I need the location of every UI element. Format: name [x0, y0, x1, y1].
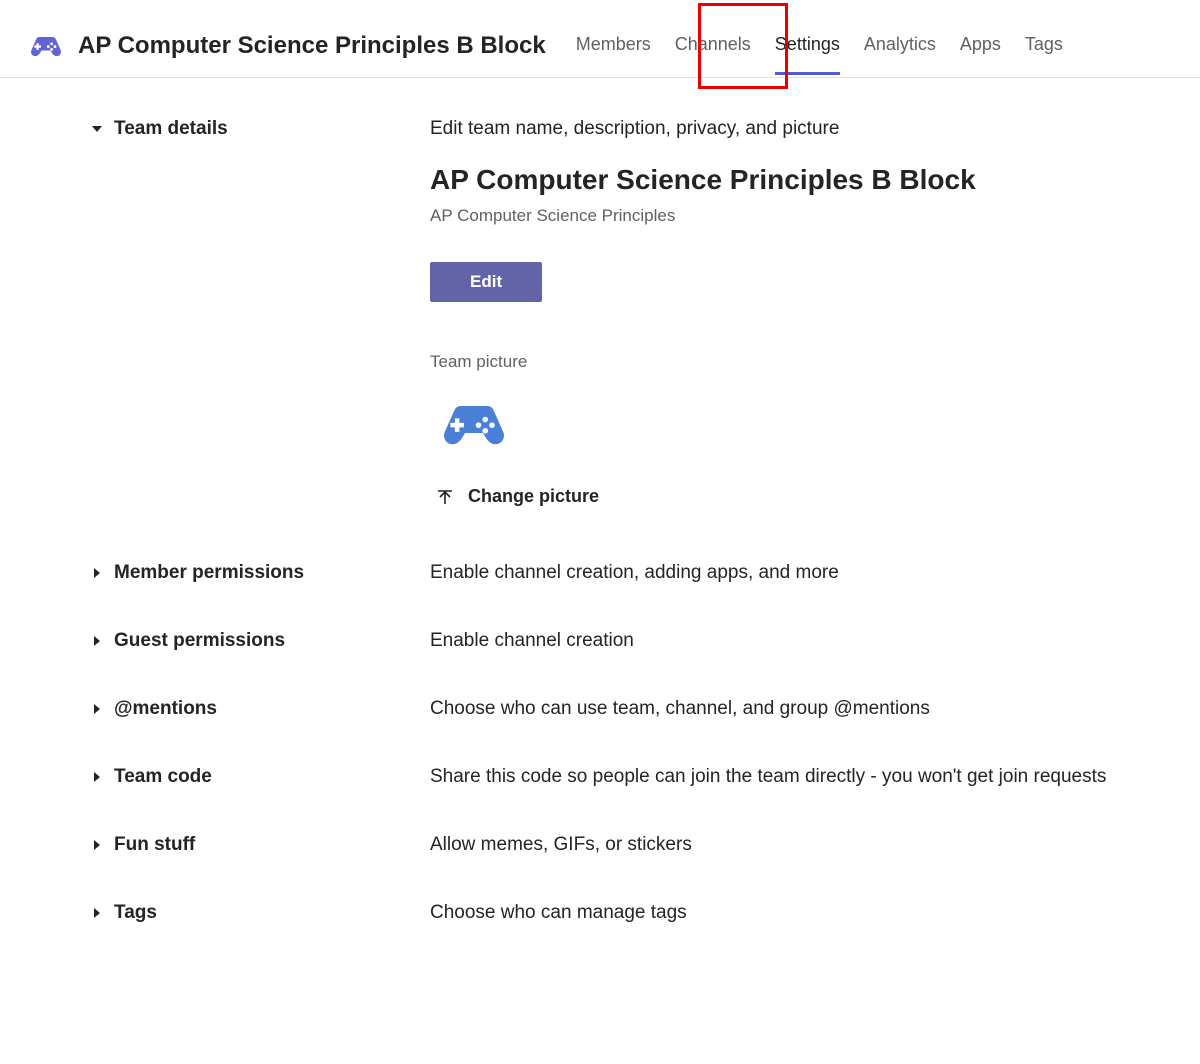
section-desc: Share this code so people can join the t… [430, 766, 1140, 788]
section-title: Guest permissions [114, 630, 285, 652]
section-header-fun-stuff[interactable]: Fun stuff [90, 834, 430, 856]
tab-analytics[interactable]: Analytics [852, 14, 948, 77]
section-title: Team details [114, 118, 228, 140]
section-title: Member permissions [114, 562, 304, 584]
section-desc: Enable channel creation, adding apps, an… [430, 562, 1140, 584]
team-details-body: Edit team name, description, privacy, an… [430, 118, 1140, 512]
section-header-team-code[interactable]: Team code [90, 766, 430, 788]
section-header-tags[interactable]: Tags [90, 902, 430, 924]
team-details-description: Edit team name, description, privacy, an… [430, 118, 1140, 140]
upload-icon [436, 488, 454, 506]
change-picture-button[interactable]: Change picture [436, 486, 599, 507]
tab-settings[interactable]: Settings [763, 14, 852, 77]
team-title: AP Computer Science Principles B Block [78, 32, 546, 60]
game-controller-icon [28, 28, 64, 64]
tab-apps[interactable]: Apps [948, 14, 1013, 77]
section-title: Team code [114, 766, 212, 788]
header-tabs: Members Channels Settings Analytics Apps… [564, 14, 1075, 77]
caret-right-icon [90, 634, 104, 648]
caret-down-icon [90, 122, 104, 136]
section-fun-stuff: Fun stuff Allow memes, GIFs, or stickers [90, 834, 1140, 856]
section-header-mentions[interactable]: @mentions [90, 698, 430, 720]
team-picture-label: Team picture [430, 352, 1140, 372]
change-picture-label: Change picture [468, 486, 599, 507]
caret-right-icon [90, 702, 104, 716]
section-title: @mentions [114, 698, 217, 720]
section-desc: Enable channel creation [430, 630, 1140, 652]
section-title: Fun stuff [114, 834, 195, 856]
section-desc: Allow memes, GIFs, or stickers [430, 834, 1140, 856]
tab-channels[interactable]: Channels [663, 14, 763, 77]
tab-tags[interactable]: Tags [1013, 14, 1075, 77]
section-mentions: @mentions Choose who can use team, chann… [90, 698, 1140, 720]
caret-right-icon [90, 770, 104, 784]
team-name: AP Computer Science Principles B Block [430, 164, 1140, 196]
section-title: Tags [114, 902, 157, 924]
section-header-guest-permissions[interactable]: Guest permissions [90, 630, 430, 652]
section-team-details: Team details Edit team name, description… [90, 118, 1140, 512]
section-team-code: Team code Share this code so people can … [90, 766, 1140, 788]
section-guest-permissions: Guest permissions Enable channel creatio… [90, 630, 1140, 652]
section-member-permissions: Member permissions Enable channel creati… [90, 562, 1140, 584]
section-tags: Tags Choose who can manage tags [90, 902, 1140, 924]
section-desc: Choose who can use team, channel, and gr… [430, 698, 1140, 720]
caret-right-icon [90, 566, 104, 580]
section-desc: Choose who can manage tags [430, 902, 1140, 924]
caret-right-icon [90, 838, 104, 852]
app-header: AP Computer Science Principles B Block M… [0, 0, 1200, 78]
team-subtitle: AP Computer Science Principles [430, 206, 1140, 226]
edit-button[interactable]: Edit [430, 262, 542, 302]
section-header-team-details[interactable]: Team details [90, 118, 430, 140]
caret-right-icon [90, 906, 104, 920]
section-header-member-permissions[interactable]: Member permissions [90, 562, 430, 584]
tab-members[interactable]: Members [564, 14, 663, 77]
team-picture [436, 392, 512, 456]
settings-content: Team details Edit team name, description… [0, 78, 1200, 964]
